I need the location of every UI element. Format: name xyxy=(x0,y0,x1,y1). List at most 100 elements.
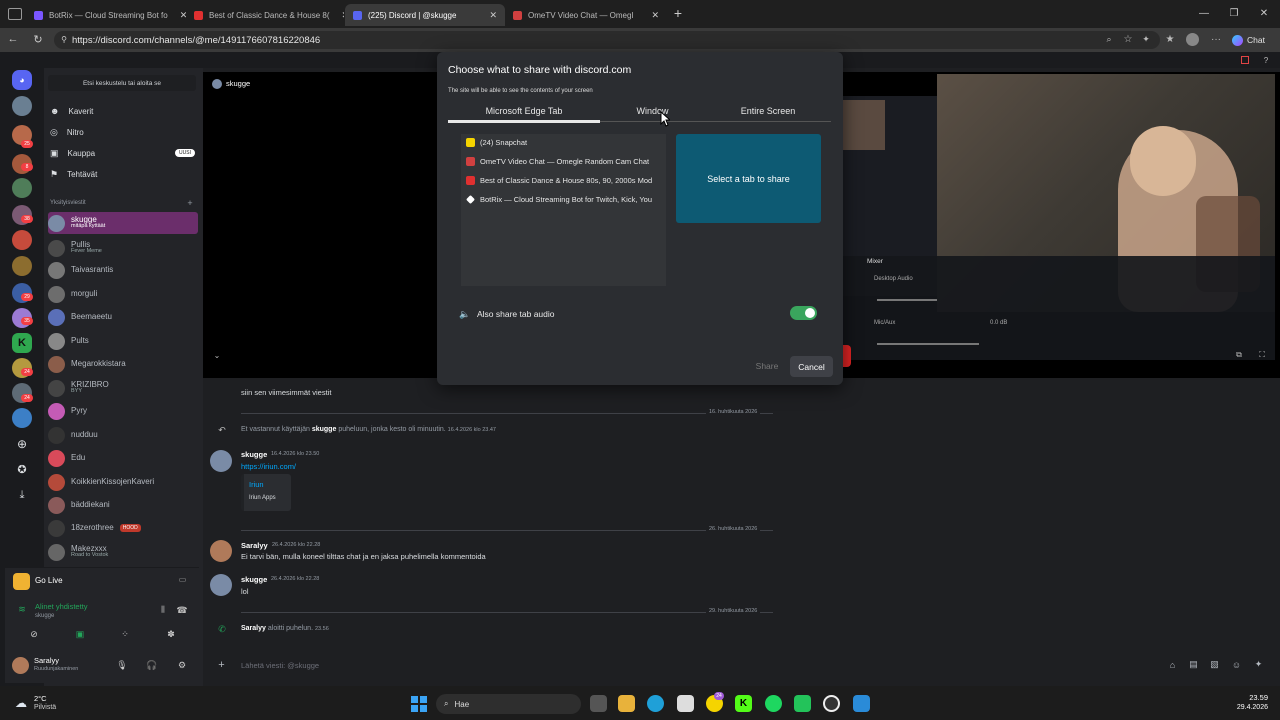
message-input[interactable]: Lähetä viesti: @skugge xyxy=(241,661,319,670)
discover-icon[interactable]: ✪ xyxy=(12,459,32,479)
url-field[interactable]: https://discord.com/channels/@me/1491176… xyxy=(54,31,1160,49)
download-icon[interactable]: ⤓ xyxy=(12,485,32,505)
screen-share-icon[interactable]: ▭ xyxy=(178,575,187,584)
add-server-icon[interactable]: ⊕ xyxy=(12,434,32,454)
dm-item[interactable]: bäddiekani xyxy=(48,494,198,516)
dm-item[interactable]: Makezxxx Road to Vostok xyxy=(48,541,198,563)
message-author[interactable]: skugge xyxy=(241,450,267,459)
browser-tab[interactable]: OmeTV Video Chat — Omegl ✕ xyxy=(505,4,667,26)
attach-plus-icon[interactable]: + xyxy=(216,659,227,671)
browser-tab-active[interactable]: (225) Discord | @skugge ✕ xyxy=(345,4,505,26)
workspaces-icon[interactable] xyxy=(8,8,22,20)
file-explorer-icon[interactable] xyxy=(618,695,635,712)
close-window-icon[interactable]: ✕ xyxy=(1258,6,1270,20)
clock-time[interactable]: 23.59 xyxy=(1236,693,1268,702)
headphones-icon[interactable]: 🎧 xyxy=(146,660,157,670)
dm-item[interactable]: KRIZIBRO BYY xyxy=(48,377,198,399)
search-field[interactable]: Etsi keskustelu tai aloita se xyxy=(48,75,196,91)
gift-icon[interactable]: ⌂ xyxy=(1167,659,1178,670)
message-link[interactable]: https://iriun.com/ xyxy=(241,462,296,471)
close-tab-icon[interactable]: ✕ xyxy=(645,10,659,21)
tab-window[interactable]: Window xyxy=(600,106,705,116)
close-tab-icon[interactable]: ✕ xyxy=(483,10,497,21)
user-avatar[interactable] xyxy=(12,657,29,674)
message-author[interactable]: Saralyy xyxy=(241,541,268,550)
back-icon[interactable]: ← xyxy=(6,32,20,46)
server-icon[interactable] xyxy=(12,230,32,250)
store-icon[interactable] xyxy=(677,695,694,712)
avatar[interactable] xyxy=(210,540,232,562)
user-name[interactable]: Saralyy xyxy=(34,656,59,665)
start-windows-icon[interactable] xyxy=(411,696,427,712)
activities-icon[interactable]: ⁘ xyxy=(111,626,139,642)
obs-icon[interactable] xyxy=(823,695,840,712)
app-icon[interactable] xyxy=(853,695,870,712)
profile-avatar[interactable] xyxy=(1186,33,1199,46)
weather-temp[interactable]: 2°C xyxy=(34,694,47,703)
copilot-chat-button[interactable]: Chat xyxy=(1232,32,1274,48)
restore-icon[interactable]: ❐ xyxy=(1228,6,1240,20)
missed-call-user[interactable]: skugge xyxy=(312,426,337,433)
dm-item[interactable]: morguli xyxy=(48,283,198,305)
favorite-star-icon[interactable]: ☆ xyxy=(1122,33,1134,45)
server-icon[interactable] xyxy=(12,178,32,198)
edge-icon[interactable] xyxy=(647,695,664,712)
avatar[interactable] xyxy=(210,574,232,596)
kick-icon[interactable]: K xyxy=(735,695,752,712)
server-icon[interactable] xyxy=(12,256,32,276)
clock-date[interactable]: 29.4.2026 xyxy=(1222,704,1268,711)
go-live-label[interactable]: Go Live xyxy=(35,576,63,585)
close-tab-icon[interactable]: ✕ xyxy=(336,10,345,21)
noise-suppression-icon[interactable]: ⫼ xyxy=(158,605,168,615)
inbox-icon[interactable] xyxy=(1241,56,1249,64)
embed-title[interactable]: Iriun xyxy=(249,480,264,489)
refresh-icon[interactable]: ↻ xyxy=(31,32,45,46)
soundboard-icon[interactable]: ✽ xyxy=(157,626,185,642)
nav-quests[interactable]: ⚑ Tehtävät xyxy=(50,167,195,181)
minimize-icon[interactable]: — xyxy=(1198,6,1210,20)
browser-tab[interactable]: Best of Classic Dance & House 8( ✕ xyxy=(186,4,344,26)
popout-icon[interactable]: ⧉ xyxy=(1234,350,1244,360)
stream-icon[interactable]: ▣ xyxy=(66,626,94,642)
obs-desktop-slider[interactable] xyxy=(877,299,937,301)
collapse-stage-icon[interactable]: ⌄ xyxy=(212,350,222,360)
close-tab-icon[interactable]: ✕ xyxy=(174,10,186,21)
dm-item[interactable]: Beemaeetu xyxy=(48,306,198,328)
zoom-icon[interactable]: ⌕ xyxy=(1103,33,1115,45)
disconnect-icon[interactable]: ☎ xyxy=(176,605,187,615)
share-button[interactable]: Share xyxy=(750,356,784,376)
nav-friends[interactable]: ☻ Kaverit xyxy=(50,104,195,118)
nav-shop[interactable]: ▣ Kauppa UUSI xyxy=(50,146,195,160)
help-icon[interactable]: ? xyxy=(1261,55,1271,65)
dm-item[interactable]: Pullis Fever Meme xyxy=(48,237,198,259)
dm-item[interactable]: 18zerothree HOOD xyxy=(48,517,198,539)
new-tab-icon[interactable]: + xyxy=(671,5,685,21)
dm-item-skugge[interactable]: skugge mitäpä kyttäät xyxy=(48,212,198,234)
dm-item[interactable]: Pults xyxy=(48,330,198,352)
emoji-icon[interactable]: ☺ xyxy=(1231,659,1242,670)
dm-item[interactable]: Megarokkistara xyxy=(48,353,198,375)
taskbar-search[interactable]: ⌕ Hae xyxy=(436,694,581,714)
discord-home-icon[interactable]: ◕ xyxy=(12,70,32,90)
new-dm-icon[interactable]: + xyxy=(186,198,194,208)
nav-nitro[interactable]: ◎ Nitro xyxy=(50,125,195,139)
more-menu-icon[interactable]: ··· xyxy=(1210,33,1222,45)
extensions-icon[interactable]: ✦ xyxy=(1140,33,1152,45)
dm-item[interactable]: nudduu xyxy=(48,424,198,446)
apps-icon[interactable]: ✦ xyxy=(1253,659,1264,670)
sticker-icon[interactable]: ▧ xyxy=(1209,659,1220,670)
camera-off-icon[interactable]: ⊘ xyxy=(20,626,48,642)
microphone-icon[interactable]: 🎙 xyxy=(116,660,127,670)
browser-tab[interactable]: BotRix — Cloud Streaming Bot fo ✕ xyxy=(26,4,186,26)
message-author[interactable]: skugge xyxy=(241,575,267,584)
dm-item[interactable]: Taivasrantis xyxy=(48,259,198,281)
task-view-icon[interactable] xyxy=(590,695,607,712)
dm-item[interactable]: KoikkienKissojenKaveri xyxy=(48,471,198,493)
app-icon[interactable] xyxy=(794,695,811,712)
share-item-snapchat[interactable]: (24) Snapchat xyxy=(466,134,662,151)
site-info-icon[interactable]: ⚲ xyxy=(59,34,69,45)
kick-server-icon[interactable]: K xyxy=(12,333,32,353)
obs-mic-slider[interactable] xyxy=(877,343,979,345)
dm-item[interactable]: Pyry xyxy=(48,400,198,422)
fullscreen-icon[interactable]: ⛶ xyxy=(1257,350,1267,360)
